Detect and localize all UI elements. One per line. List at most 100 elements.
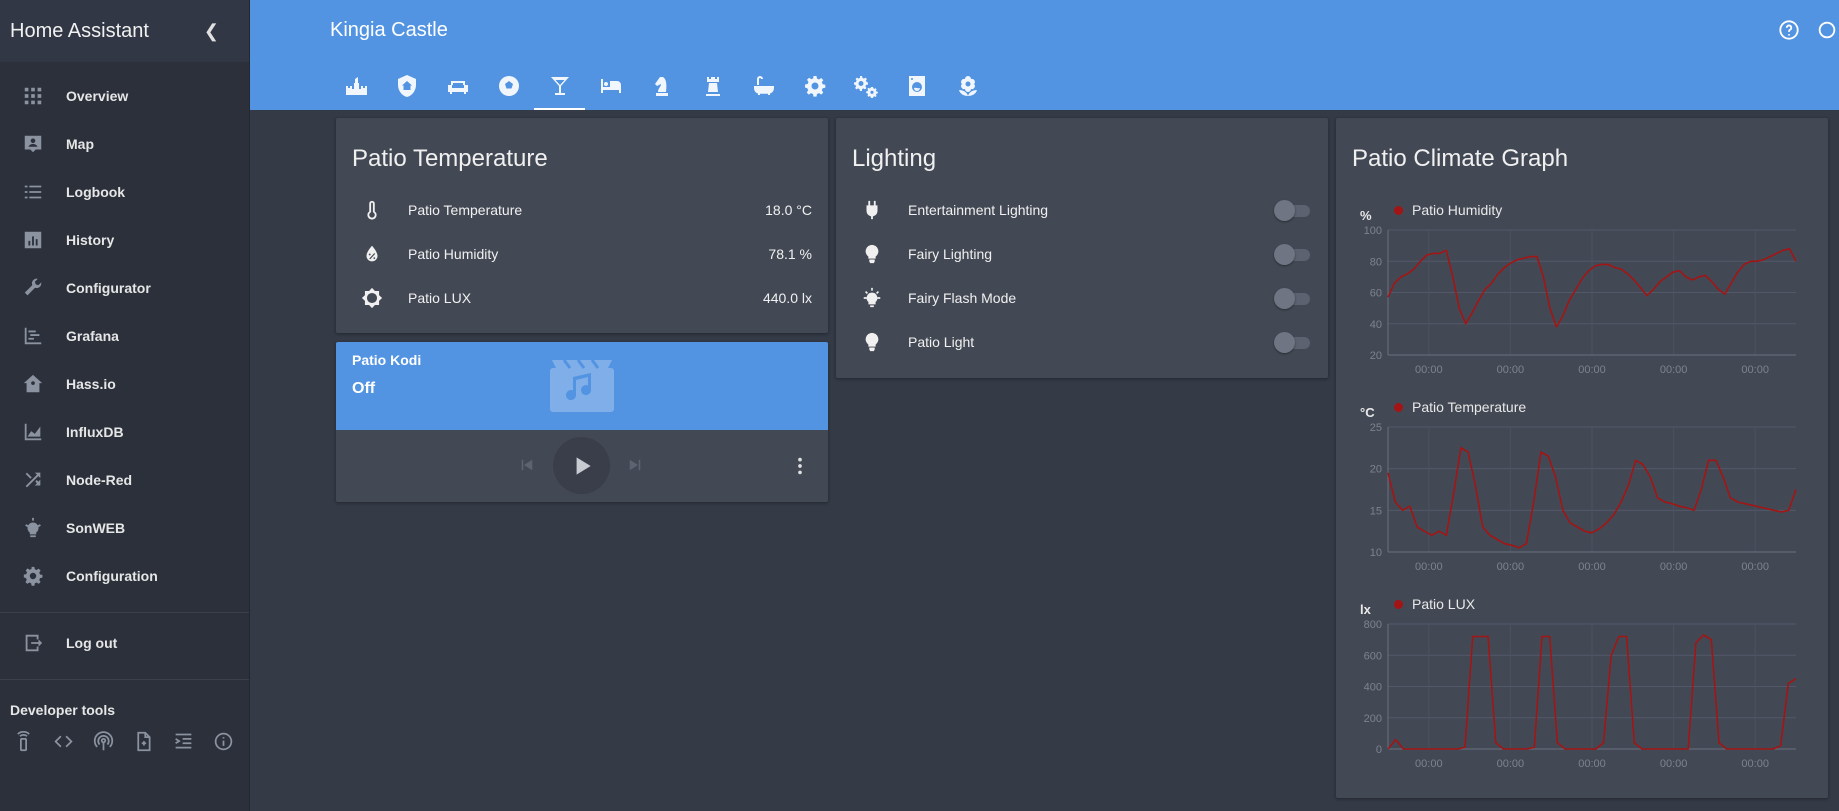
tab-bar[interactable] [534,68,585,110]
sidebar-item-configurator[interactable]: Configurator [0,264,249,312]
tab-laundry[interactable] [891,68,942,110]
play-button[interactable] [553,437,610,494]
home-assistant-icon [0,373,66,395]
y-tick-label: 200 [1364,713,1382,725]
search-icon[interactable] [1815,18,1839,42]
media-player-state: Off [352,380,376,397]
sidebar-nav: Overview Map Logbook History Configurato… [0,62,249,752]
tab-games[interactable] [636,68,687,110]
sidebar-item-label: InfluxDB [66,424,124,440]
lightbulb-on-icon [0,517,66,539]
card-title: Patio Temperature [352,145,548,172]
gear-icon [803,74,827,103]
shield-home-icon [395,74,419,103]
brightness-icon [352,287,392,309]
sidebar-item-label: Node-Red [66,472,133,488]
climate-graph-card: Patio Climate Graph % Patio Humidity 20 4… [1336,118,1828,798]
info-icon[interactable] [212,730,234,752]
sensor-row-humidity[interactable]: Patio Humidity 78.1 % [352,232,812,276]
code-icon[interactable] [52,730,74,752]
sidebar-item-history[interactable]: History [0,216,249,264]
switch-name: Entertainment Lighting [908,202,1049,218]
x-tick-label: 00:00 [1415,758,1443,770]
y-tick-label: 20 [1370,464,1382,476]
sidebar-item-label: Overview [66,88,129,104]
sidebar-item-label: Hass.io [66,376,116,392]
water-percent-icon [352,243,392,265]
skip-previous-icon[interactable] [518,456,536,474]
toggle-switch[interactable] [1274,332,1312,353]
divider [0,612,249,613]
file-icon[interactable] [132,730,154,752]
chart-svg: 20 40 60 80 100 00:00 00:00 00:00 00:00 00:00 [1364,225,1797,376]
sidebar-item-influxdb[interactable]: InfluxDB [0,408,249,456]
y-tick-label: 800 [1364,619,1382,631]
x-tick-label: 00:00 [1497,364,1525,376]
power-plug-icon [852,199,892,221]
sidebar-item-label: History [66,232,115,248]
sidebar-item-logout[interactable]: Log out [0,619,249,667]
castle-icon [344,74,368,103]
sidebar-item-hassio[interactable]: Hass.io [0,360,249,408]
tab-security[interactable] [381,68,432,110]
toggle-switch[interactable] [1274,200,1312,221]
sensor-row-temperature[interactable]: Patio Temperature 18.0 °C [352,188,812,232]
sidebar-item-label: Configuration [66,568,158,584]
sensor-row-lux[interactable]: Patio LUX 440.0 lx [352,276,812,320]
toggle-switch[interactable] [1274,244,1312,265]
skip-next-icon[interactable] [626,456,644,474]
sidebar-item-overview[interactable]: Overview [0,72,249,120]
tab-bathroom[interactable] [738,68,789,110]
tab-sport[interactable] [483,68,534,110]
sidebar-item-logbook[interactable]: Logbook [0,168,249,216]
sidebar-item-label: Logbook [66,184,126,200]
x-tick-label: 00:00 [1741,561,1769,573]
humidity-graph[interactable]: % Patio Humidity 20 40 60 80 100 00:00 00:00 00… [1336,200,1826,395]
lux-graph[interactable]: lx Patio LUX 0 200 400 600 800 00:00 00:00 00:0… [1336,594,1826,789]
chevron-left-icon[interactable]: ❮ [204,21,219,42]
x-tick-label: 00:00 [1660,758,1688,770]
chess-rook-icon [701,74,725,103]
tab-lounge[interactable] [432,68,483,110]
tab-tower[interactable] [687,68,738,110]
switch-name: Fairy Lighting [908,246,993,262]
more-vert-icon[interactable] [788,454,812,478]
sensor-list: Patio Temperature 18.0 °C Patio Humidity… [352,188,812,320]
tab-bedroom[interactable] [585,68,636,110]
sidebar-item-grafana[interactable]: Grafana [0,312,249,360]
radio-tower-icon[interactable] [92,730,114,752]
sidebar-item-configuration[interactable]: Configuration [0,552,249,600]
y-tick-label: 60 [1370,288,1382,300]
sidebar-item-node-red[interactable]: Node-Red [0,456,249,504]
sidebar-item-sonweb[interactable]: SonWEB [0,504,249,552]
switch-row-fairy-lighting: Fairy Lighting [852,232,1312,276]
x-tick-label: 00:00 [1578,758,1606,770]
format-indent-icon[interactable] [172,730,194,752]
tab-system[interactable] [840,68,891,110]
x-tick-label: 00:00 [1578,364,1606,376]
view-tabs [330,68,993,110]
app-header: Kingia Castle [250,0,1839,110]
help-icon[interactable] [1777,18,1801,42]
thermometer-icon [352,199,392,221]
sidebar-item-map[interactable]: Map [0,120,249,168]
remote-icon[interactable] [12,730,34,752]
sensor-name: Patio LUX [408,290,472,306]
wrench-icon [0,277,66,299]
switch-row-fairy-flash-mode: Fairy Flash Mode [852,276,1312,320]
gear-icon [0,565,66,587]
lightbulb-on-outline-icon [852,287,892,309]
media-controls [336,430,828,502]
temperature-graph[interactable]: °C Patio Temperature 10 15 20 25 00:00 00:00 0… [1336,397,1826,592]
media-player-name: Patio Kodi [352,352,422,368]
chart-svg: 10 15 20 25 00:00 00:00 00:00 00:00 00:00 [1370,422,1797,573]
tab-garden[interactable] [942,68,993,110]
switch-row-entertainment-lighting: Entertainment Lighting [852,188,1312,232]
toggle-switch[interactable] [1274,288,1312,309]
switch-name: Fairy Flash Mode [908,290,1017,306]
x-tick-label: 00:00 [1415,561,1443,573]
tab-settings[interactable] [789,68,840,110]
media-info[interactable]: Patio Kodi Off [336,342,828,430]
tab-castle[interactable] [330,68,381,110]
y-tick-label: 10 [1370,547,1382,559]
